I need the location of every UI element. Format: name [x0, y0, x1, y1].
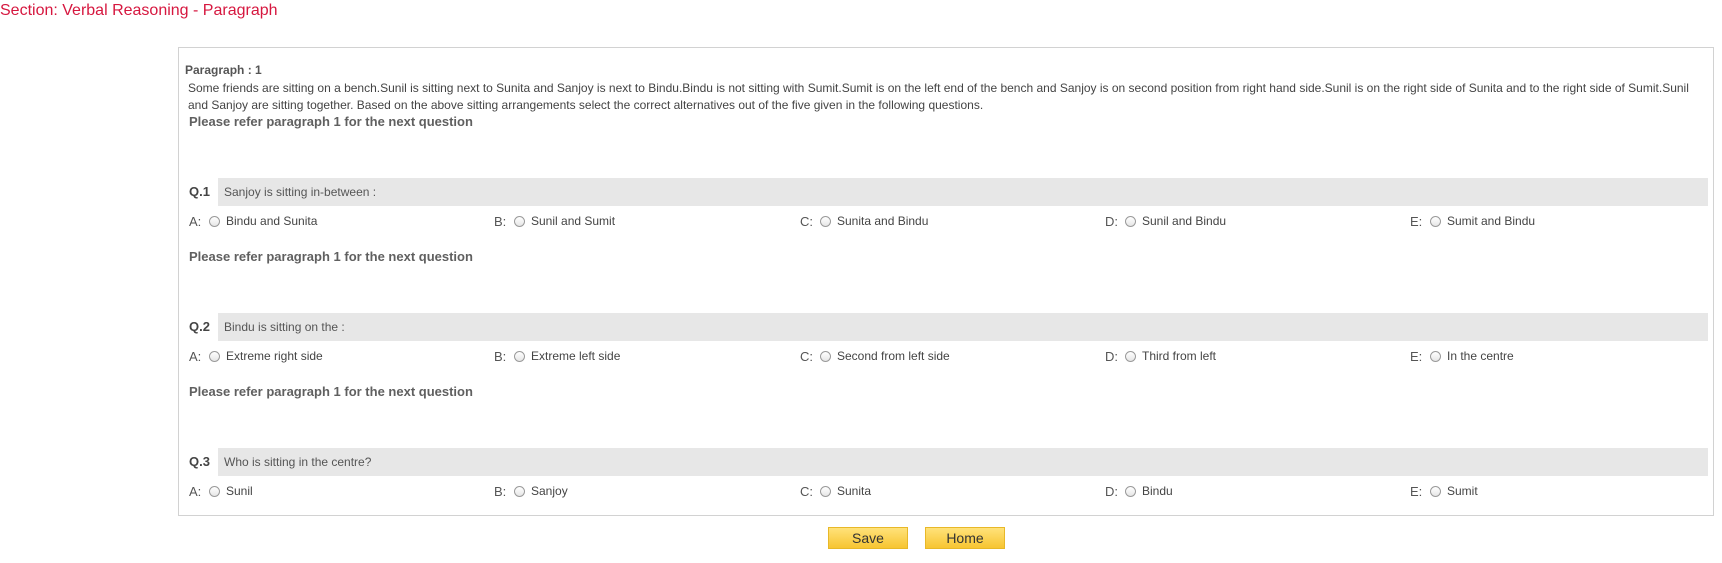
radio-button[interactable] [514, 215, 525, 227]
home-button[interactable]: Home [925, 527, 1005, 549]
question-number: Q.2 [189, 319, 210, 334]
option-label: Bindu [1142, 484, 1173, 498]
radio-button[interactable] [1430, 215, 1441, 227]
option-letter: C: [800, 483, 813, 499]
option-label: Extreme right side [226, 349, 323, 363]
option-row: A: Extreme right side B: Extreme left si… [179, 347, 1715, 365]
option-letter: D: [1105, 213, 1118, 229]
option-c[interactable]: C: Sunita [800, 482, 871, 500]
option-label: Sunita and Bindu [837, 214, 929, 228]
option-label: Third from left [1142, 349, 1217, 363]
refer-paragraph-note: Please refer paragraph 1 for the next qu… [189, 384, 473, 399]
option-label: Second from left side [837, 349, 950, 363]
radio-button[interactable] [1430, 350, 1441, 362]
option-a[interactable]: A: Sunil [189, 482, 253, 500]
option-c[interactable]: C: Sunita and Bindu [800, 212, 928, 230]
option-letter: D: [1105, 348, 1118, 364]
option-letter: A: [189, 348, 202, 364]
option-d[interactable]: D: Third from left [1105, 347, 1216, 365]
save-button[interactable]: Save [828, 527, 908, 549]
option-d[interactable]: D: Sunil and Bindu [1105, 212, 1226, 230]
radio-button[interactable] [209, 350, 220, 362]
option-letter: E: [1410, 483, 1423, 499]
paragraph-heading: Paragraph : 1 [185, 63, 262, 77]
radio-button[interactable] [1430, 485, 1441, 497]
option-label: Sunil and Sumit [531, 214, 616, 228]
option-letter: C: [800, 213, 813, 229]
option-a[interactable]: A: Bindu and Sunita [189, 212, 317, 230]
option-c[interactable]: C: Second from left side [800, 347, 950, 365]
option-row: A: Sunil B: Sanjoy C: Sunita D: Bindu E:… [179, 482, 1715, 500]
refer-paragraph-note: Please refer paragraph 1 for the next qu… [189, 249, 473, 264]
option-letter: B: [494, 348, 507, 364]
radio-button[interactable] [820, 215, 831, 227]
question-text: Sanjoy is sitting in-between : [218, 178, 1708, 206]
question-number: Q.1 [189, 184, 210, 199]
radio-button[interactable] [209, 485, 220, 497]
option-label: Sunil and Bindu [1142, 214, 1227, 228]
radio-button[interactable] [1125, 485, 1136, 497]
option-row: A: Bindu and Sunita B: Sunil and Sumit C… [179, 212, 1715, 230]
radio-button[interactable] [514, 485, 525, 497]
option-letter: C: [800, 348, 813, 364]
option-label: Sumit and Bindu [1447, 214, 1536, 228]
option-label: Extreme left side [531, 349, 621, 363]
radio-button[interactable] [209, 215, 220, 227]
option-a[interactable]: A: Extreme right side [189, 347, 323, 365]
option-letter: E: [1410, 213, 1423, 229]
option-label: Bindu and Sunita [226, 214, 318, 228]
question-text: Bindu is sitting on the : [218, 313, 1708, 341]
option-label: Sunil [226, 484, 253, 498]
question-panel: Paragraph : 1 Some friends are sitting o… [178, 47, 1714, 516]
option-letter: A: [189, 213, 202, 229]
radio-button[interactable] [1125, 350, 1136, 362]
question-text: Who is sitting in the centre? [218, 448, 1708, 476]
question-number: Q.3 [189, 454, 210, 469]
option-e[interactable]: E: In the centre [1410, 347, 1514, 365]
radio-button[interactable] [820, 350, 831, 362]
radio-button[interactable] [1125, 215, 1136, 227]
option-d[interactable]: D: Bindu [1105, 482, 1173, 500]
option-e[interactable]: E: Sumit [1410, 482, 1478, 500]
option-label: In the centre [1447, 349, 1514, 363]
option-b[interactable]: B: Extreme left side [494, 347, 620, 365]
option-b[interactable]: B: Sunil and Sumit [494, 212, 615, 230]
radio-button[interactable] [514, 350, 525, 362]
paragraph-text: Some friends are sitting on a bench.Suni… [188, 81, 1689, 112]
refer-paragraph-note: Please refer paragraph 1 for the next qu… [189, 114, 473, 129]
option-label: Sunita [837, 484, 872, 498]
option-letter: B: [494, 213, 507, 229]
radio-button[interactable] [820, 485, 831, 497]
option-e[interactable]: E: Sumit and Bindu [1410, 212, 1535, 230]
section-title: Section: Verbal Reasoning - Paragraph [0, 2, 278, 19]
option-label: Sumit [1447, 484, 1478, 498]
option-letter: E: [1410, 348, 1423, 364]
option-letter: A: [189, 483, 202, 499]
option-letter: D: [1105, 483, 1118, 499]
option-label: Sanjoy [531, 484, 568, 498]
option-letter: B: [494, 483, 507, 499]
option-b[interactable]: B: Sanjoy [494, 482, 568, 500]
